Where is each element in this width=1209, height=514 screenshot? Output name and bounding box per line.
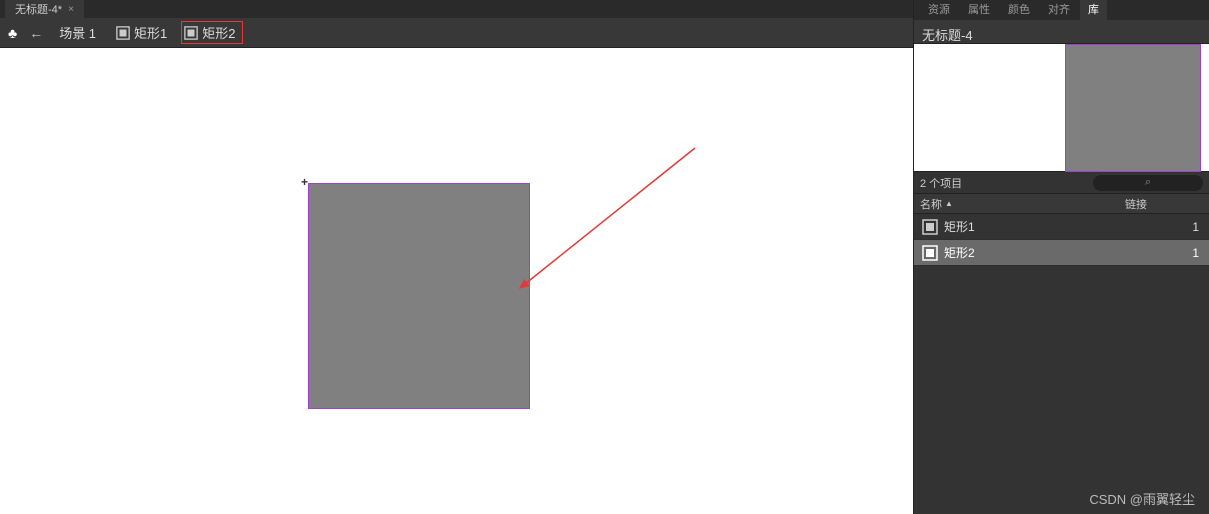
item-count: 1 (1179, 246, 1209, 260)
item-name: 矩形2 (944, 244, 1179, 261)
symbol-icon (116, 26, 130, 40)
tab-library[interactable]: 库 (1080, 0, 1107, 20)
item-name: 矩形1 (944, 218, 1179, 235)
symbol-icon (922, 245, 938, 261)
sort-asc-icon: ▲ (945, 199, 953, 208)
rect2-label: 矩形2 (202, 23, 235, 42)
library-document-title[interactable]: 无标题-4 (914, 20, 1209, 44)
library-item[interactable]: 矩形1 1 (914, 214, 1209, 240)
right-panel: 资源 属性 颜色 对齐 库 无标题-4 2 个项目 ⌕ 名称 ▲ 链接 矩形1 … (913, 0, 1209, 514)
breadcrumb-scene[interactable]: 场景 1 (55, 21, 100, 44)
library-item-selected[interactable]: 矩形2 1 (914, 240, 1209, 266)
rect1-label: 矩形1 (134, 23, 167, 42)
tab-align[interactable]: 对齐 (1040, 0, 1078, 20)
col-link-header[interactable]: 链接 (1125, 196, 1185, 212)
item-count: 1 (1179, 220, 1209, 234)
registration-point-icon: + (301, 175, 308, 189)
preview-shape (1065, 44, 1201, 172)
symbol-icon (922, 219, 938, 235)
item-count-label: 2 个项目 (920, 175, 962, 191)
close-icon[interactable]: × (68, 4, 74, 15)
panel-tab-bar: 资源 属性 颜色 对齐 库 (914, 0, 1209, 20)
library-item-list: 矩形1 1 矩形2 1 (914, 214, 1209, 266)
symbol-icon (184, 26, 198, 40)
library-preview (914, 44, 1209, 172)
library-info-bar: 2 个项目 ⌕ (914, 172, 1209, 194)
library-columns-header: 名称 ▲ 链接 (914, 194, 1209, 214)
col-name-header[interactable]: 名称 ▲ (914, 196, 1125, 212)
app-logo-icon[interactable]: ♣ (8, 25, 17, 41)
back-arrow-icon[interactable]: ← (29, 25, 43, 41)
document-tab-title: 无标题-4* (15, 1, 62, 17)
library-search-input[interactable]: ⌕ (1093, 175, 1203, 191)
rectangle-shape[interactable] (308, 183, 530, 409)
stage-canvas[interactable]: + (0, 48, 913, 514)
tab-resources[interactable]: 资源 (920, 0, 958, 20)
breadcrumb-rect1[interactable]: 矩形1 (112, 21, 171, 44)
search-icon: ⌕ (1145, 176, 1151, 189)
document-tab[interactable]: 无标题-4* × (5, 0, 84, 19)
scene-label: 场景 1 (59, 23, 96, 42)
watermark-text: CSDN @雨翼轻尘 (1089, 489, 1195, 508)
tab-properties[interactable]: 属性 (960, 0, 998, 20)
tab-color[interactable]: 颜色 (1000, 0, 1038, 20)
breadcrumb-rect2-highlighted[interactable]: 矩形2 (181, 21, 242, 44)
